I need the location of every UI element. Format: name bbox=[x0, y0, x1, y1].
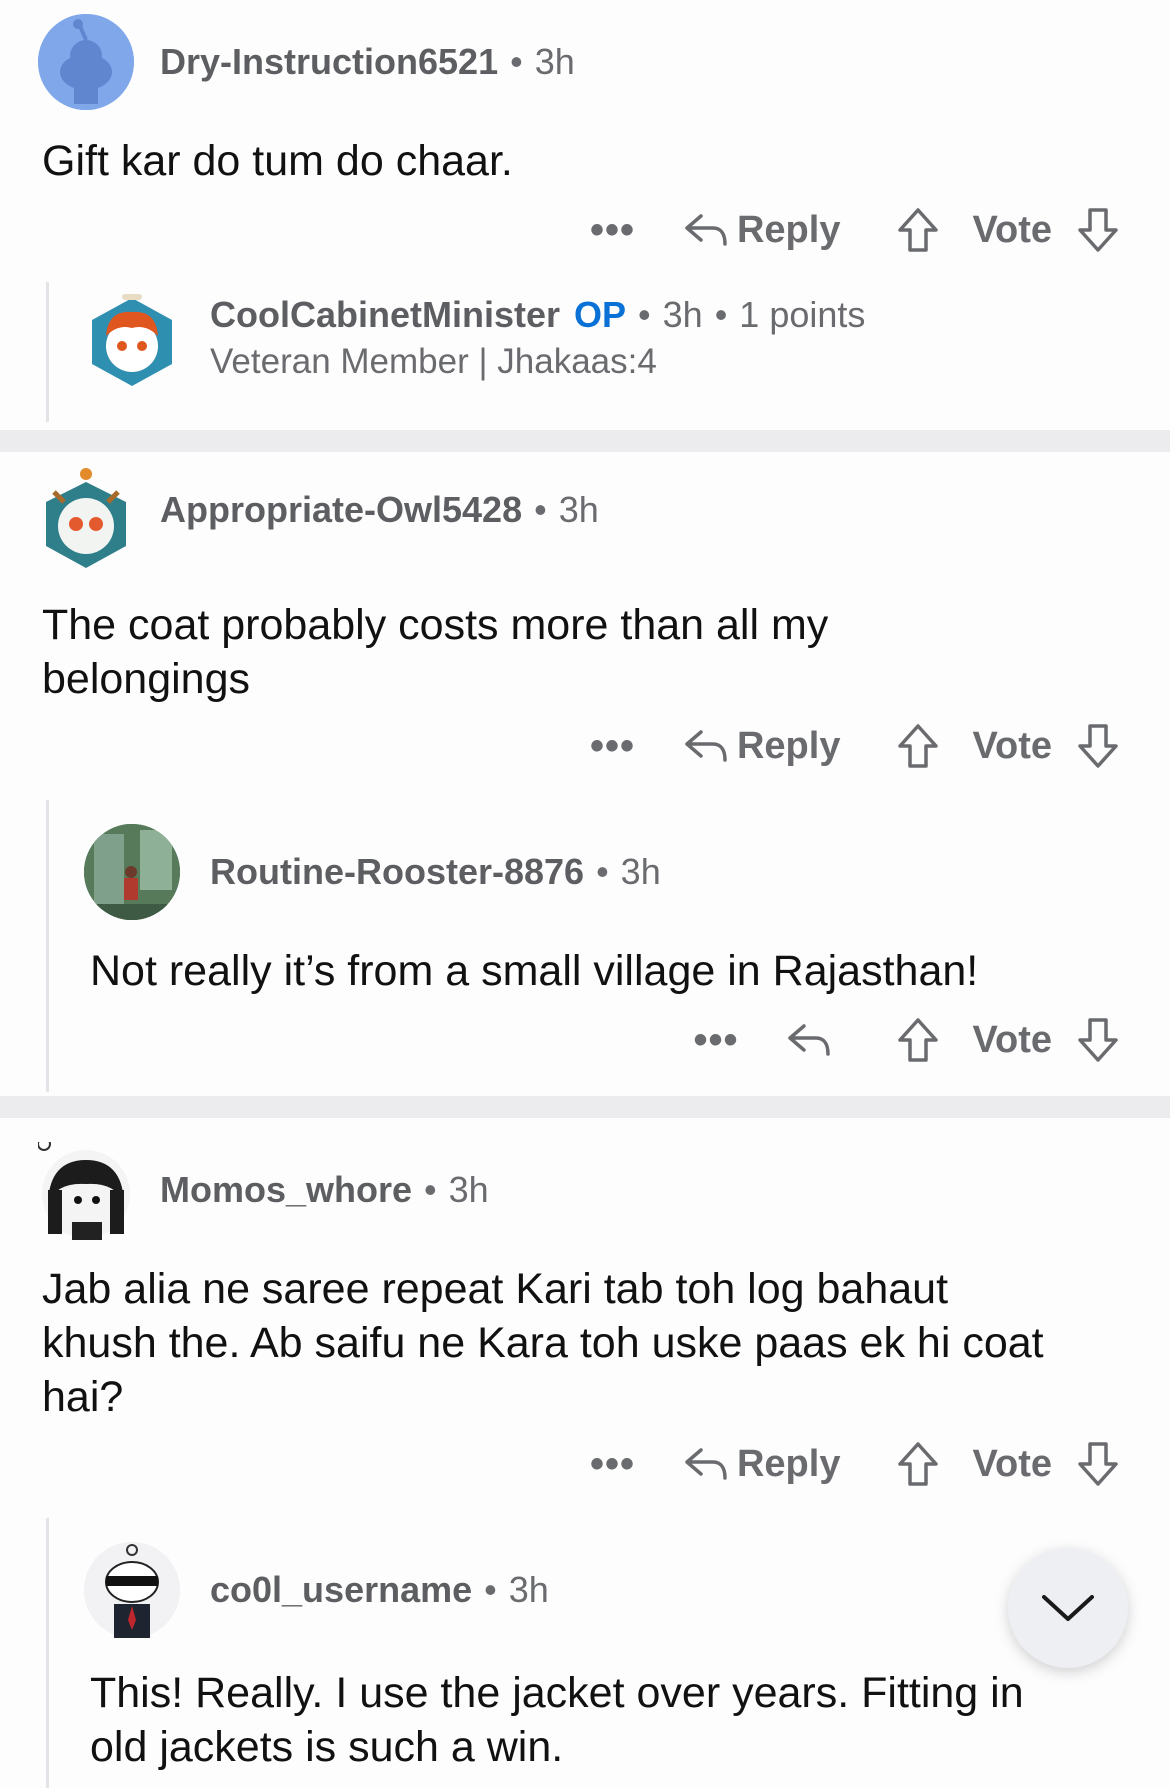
reply-header: Routine-Rooster-8876 • 3h bbox=[84, 824, 661, 920]
vote-count: Vote bbox=[972, 208, 1052, 251]
downvote-arrow-icon bbox=[1078, 208, 1118, 252]
comment-body: This! Really. I use the jacket over year… bbox=[90, 1669, 1024, 1771]
upvote-arrow-icon bbox=[898, 1018, 939, 1062]
vote-count: Vote bbox=[972, 1018, 1052, 1061]
chevron-down-icon bbox=[1042, 1595, 1094, 1621]
thread-separator bbox=[0, 1096, 1170, 1118]
upvote-arrow-icon bbox=[898, 724, 939, 768]
downvote-arrow-icon bbox=[1078, 1442, 1118, 1486]
avatar[interactable] bbox=[84, 1542, 180, 1638]
comment-header: Momos_whore • 3h bbox=[37, 1137, 489, 1240]
comment-body: The coat probably costs more than all my… bbox=[42, 601, 829, 703]
thread-line[interactable] bbox=[46, 800, 49, 1092]
upvote-arrow-icon bbox=[898, 208, 939, 252]
comment-actions: ••• Reply Vote bbox=[590, 722, 1120, 770]
reply-button[interactable] bbox=[786, 1020, 840, 1060]
reply-arrow-icon bbox=[685, 730, 727, 762]
snoo-avatar-icon bbox=[84, 1542, 180, 1638]
reply-button[interactable]: Reply bbox=[683, 209, 840, 252]
thread-line[interactable] bbox=[46, 1518, 49, 1788]
comment-actions: ••• Vote bbox=[693, 1016, 1120, 1064]
comment-meta: Routine-Rooster-8876 • 3h bbox=[210, 851, 661, 893]
upvote-button[interactable] bbox=[896, 1016, 940, 1064]
username[interactable]: Appropriate-Owl5428 bbox=[160, 489, 522, 530]
comment-meta: Momos_whore • 3h bbox=[160, 1169, 489, 1211]
more-options-button[interactable]: ••• bbox=[590, 724, 635, 769]
separator-dot: • bbox=[714, 294, 728, 335]
reply-button[interactable]: Reply bbox=[683, 1443, 840, 1486]
more-options-button[interactable]: ••• bbox=[590, 208, 635, 253]
snoo-avatar-icon bbox=[37, 1137, 130, 1240]
separator-dot: • bbox=[510, 41, 523, 82]
op-badge: OP bbox=[574, 294, 627, 335]
more-options-button[interactable]: ••• bbox=[693, 1018, 738, 1063]
timestamp: 3h bbox=[508, 1569, 549, 1610]
separator-dot: • bbox=[424, 1169, 437, 1210]
reply-label: Reply bbox=[736, 208, 841, 251]
timestamp: 3h bbox=[534, 41, 575, 82]
downvote-button[interactable] bbox=[1076, 722, 1120, 770]
separator-dot: • bbox=[534, 489, 547, 530]
avatar[interactable] bbox=[84, 290, 180, 386]
username[interactable]: CoolCabinetMinister bbox=[210, 294, 560, 335]
upvote-button[interactable] bbox=[896, 206, 940, 254]
snoo-avatar-icon bbox=[38, 14, 134, 110]
downvote-button[interactable] bbox=[1076, 1440, 1120, 1488]
reply-arrow-icon bbox=[788, 1024, 831, 1056]
upvote-arrow-icon bbox=[898, 1442, 939, 1486]
reply-button[interactable]: Reply bbox=[683, 725, 840, 768]
timestamp: 3h bbox=[620, 851, 661, 892]
separator-dot: • bbox=[638, 294, 651, 335]
comment-header: Appropriate-Owl5428 • 3h bbox=[38, 462, 599, 568]
username[interactable]: Momos_whore bbox=[160, 1169, 412, 1210]
vote-count: Vote bbox=[972, 1442, 1052, 1485]
username[interactable]: Routine-Rooster-8876 bbox=[210, 851, 584, 892]
reply-arrow-icon bbox=[685, 1448, 727, 1480]
downvote-button[interactable] bbox=[1076, 1016, 1120, 1064]
username[interactable]: Dry-Instruction6521 bbox=[160, 41, 498, 82]
avatar[interactable] bbox=[38, 14, 134, 110]
separator-dot: • bbox=[596, 851, 609, 892]
comment-meta: co0l_username • 3h bbox=[210, 1569, 549, 1611]
comment-actions: ••• Reply Vote bbox=[590, 1440, 1120, 1488]
comment-meta: CoolCabinetMinister OP • 3h • 1 points Vetera… bbox=[210, 294, 865, 382]
scroll-down-button[interactable] bbox=[1008, 1548, 1128, 1668]
thread-line[interactable] bbox=[46, 282, 49, 422]
more-options-button[interactable]: ••• bbox=[590, 1442, 635, 1487]
reply-label: Reply bbox=[736, 1442, 841, 1485]
separator-dot: • bbox=[484, 1569, 497, 1610]
thread-separator bbox=[0, 430, 1170, 452]
comment-meta: Dry-Instruction6521 • 3h bbox=[160, 41, 575, 83]
timestamp: 3h bbox=[448, 1169, 489, 1210]
comment-actions: ••• Reply Vote bbox=[590, 206, 1120, 254]
timestamp: 3h bbox=[558, 489, 599, 530]
downvote-arrow-icon bbox=[1078, 1018, 1118, 1062]
avatar[interactable] bbox=[38, 462, 134, 568]
avatar[interactable] bbox=[37, 1137, 134, 1240]
downvote-button[interactable] bbox=[1076, 206, 1120, 254]
vote-count: Vote bbox=[972, 724, 1052, 767]
snoo-avatar-icon bbox=[92, 294, 172, 386]
snoo-avatar-icon bbox=[46, 468, 126, 568]
points: 1 points bbox=[739, 294, 866, 335]
reply-header: co0l_username • 3h bbox=[84, 1542, 549, 1638]
reply-header: CoolCabinetMinister OP • 3h • 1 points Vetera… bbox=[84, 290, 865, 386]
comment-body: Jab alia ne saree repeat Kari tab toh lo… bbox=[42, 1265, 1044, 1421]
comment-body: Gift kar do tum do chaar. bbox=[42, 137, 513, 185]
downvote-arrow-icon bbox=[1078, 724, 1118, 768]
username[interactable]: co0l_username bbox=[210, 1569, 472, 1610]
timestamp: 3h bbox=[662, 294, 703, 335]
comment-body: Not really it’s from a small village in … bbox=[90, 947, 979, 995]
avatar[interactable] bbox=[84, 824, 180, 920]
comment-header: Dry-Instruction6521 • 3h bbox=[38, 14, 575, 110]
photo-avatar-icon bbox=[84, 824, 180, 920]
user-flair: Veteran Member | Jhakaas:4 bbox=[210, 342, 657, 381]
upvote-button[interactable] bbox=[896, 1440, 940, 1488]
upvote-button[interactable] bbox=[896, 722, 940, 770]
reply-arrow-icon bbox=[685, 214, 727, 246]
reply-label: Reply bbox=[736, 724, 841, 767]
comment-meta: Appropriate-Owl5428 • 3h bbox=[160, 489, 599, 531]
